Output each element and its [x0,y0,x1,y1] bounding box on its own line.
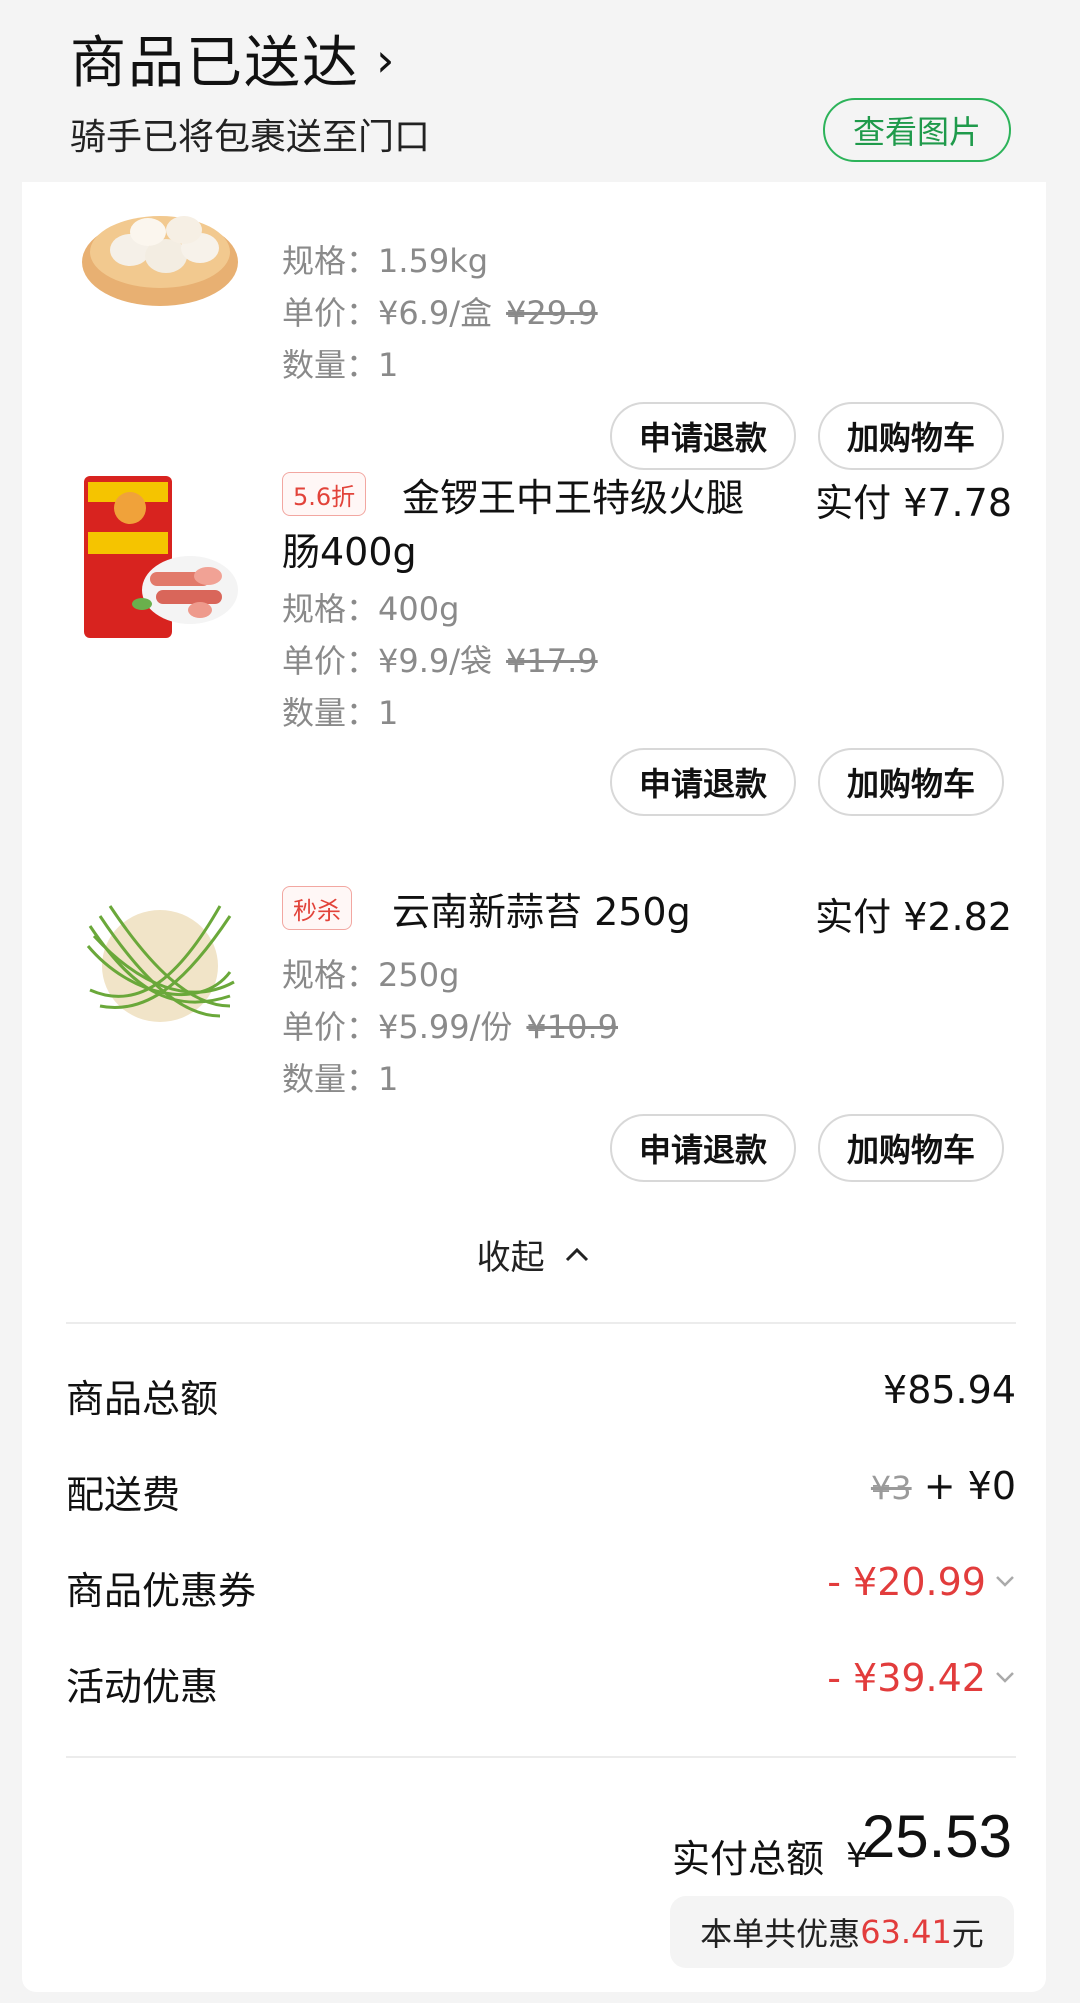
refund-button[interactable]: 申请退款 [610,748,796,816]
add-to-cart-button[interactable]: 加购物车 [818,748,1004,816]
item-quantity: 数量：1 [282,694,399,732]
item-name-line1[interactable]: 金锣王中王特级火腿 [402,470,744,526]
item-spec: 规格：250g [282,956,460,994]
chevron-down-icon [996,1576,1014,1587]
discount-tag: 5.6折 [282,472,367,516]
refund-button[interactable]: 申请退款 [610,402,796,470]
paid-total-label: 实付总额 [672,1837,825,1881]
item-spec: 规格：1.59kg [282,242,489,280]
add-to-cart-button[interactable]: 加购物车 [818,402,1004,470]
item-unit-price: 单价：¥9.9/袋 ¥17.9 [282,636,598,682]
item-spec: 规格：400g [282,590,460,628]
refund-button[interactable]: 申请退款 [610,1114,796,1182]
item-unit-price: 单价：¥5.99/份 ¥10.9 [282,1002,618,1048]
unit-price: 单价：¥6.9/盒 [282,294,493,332]
delivery-original-fee: ¥3 [870,1469,912,1507]
saving-summary-badge: 本单共优惠 63.41 元 [670,1896,1014,1968]
delivery-status-subtitle: 骑手已将包裹送至门口 [70,117,431,158]
ham-sausage-image [80,472,240,638]
eggs-image [80,182,240,312]
chevron-up-icon [566,1247,589,1262]
divider [66,1322,1016,1324]
status-title-text: 商品已送达 [70,31,360,96]
item-quantity: 数量：1 [282,346,399,384]
coupon-row[interactable]: 商品优惠券 - ¥20.99 [66,1554,1016,1614]
flash-sale-tag: 秒杀 [282,886,352,930]
original-price: ¥10.9 [526,1008,619,1046]
saving-suffix: 元 [951,1915,984,1953]
delivery-fee-value: ¥3 + ¥0 [871,1464,1016,1508]
list-item: 5.6折 金锣王中王特级火腿 肠400g 实付 ¥7.78 规格：400g 单价… [22,472,1046,872]
chevron-down-icon [996,1672,1014,1683]
delivery-actual-fee: + ¥0 [923,1464,1016,1508]
unit-price: 单价：¥9.9/袋 [282,642,493,680]
saving-prefix: 本单共优惠 [700,1915,861,1953]
original-price: ¥29.9 [506,294,598,332]
item-paid-amount: 实付 ¥2.82 [815,895,1012,939]
order-items-card: 规格：1.59kg 单价：¥6.9/盒 ¥29.9 数量：1 申请退款 加购物车 … [22,182,1046,1992]
collapse-toggle[interactable]: 收起 [22,1230,1046,1279]
goods-total-row: 商品总额 ¥85.94 [66,1362,1016,1422]
goods-total-label: 商品总额 [66,1377,219,1421]
divider [66,1756,1016,1758]
item-name-line2[interactable]: 肠400g [282,524,417,580]
add-to-cart-button[interactable]: 加购物车 [818,1114,1004,1182]
status-header: 商品已送达 › 骑手已将包裹送至门口 查看图片 [0,0,1080,182]
item-unit-price: 单价：¥6.9/盒 ¥29.9 [282,288,598,334]
item-quantity: 数量：1 [282,1060,399,1098]
delivery-fee-row: 配送费 ¥3 + ¥0 [66,1458,1016,1518]
promo-row[interactable]: 活动优惠 - ¥39.42 [66,1650,1016,1710]
goods-total-value: ¥85.94 [883,1368,1016,1412]
chevron-right-icon: › [376,33,397,87]
list-item: 秒杀 云南新蒜苔 250g 实付 ¥2.82 规格：250g 单价：¥5.99/… [22,886,1046,1226]
coupon-value: - ¥20.99 [827,1560,986,1604]
original-price: ¥17.9 [506,642,598,680]
unit-price: 单价：¥5.99/份 [282,1008,513,1046]
paid-total-value: 25.53 [861,1803,1012,1870]
list-item: 规格：1.59kg 单价：¥6.9/盒 ¥29.9 数量：1 申请退款 加购物车 [22,182,1046,492]
garlic-sprout-image [80,886,240,1046]
promo-value: - ¥39.42 [827,1656,986,1700]
promo-label: 活动优惠 [66,1665,219,1709]
view-photo-button[interactable]: 查看图片 [823,98,1011,162]
item-paid-amount: 实付 ¥7.78 [815,481,1012,525]
coupon-label: 商品优惠券 [66,1569,257,1613]
delivery-fee-label: 配送费 [66,1473,181,1517]
delivery-status-title[interactable]: 商品已送达 › [70,18,396,99]
saving-amount: 63.41 [860,1913,952,1951]
item-name-line1[interactable]: 云南新蒜苔 250g [392,884,691,940]
collapse-label: 收起 [476,1238,545,1278]
